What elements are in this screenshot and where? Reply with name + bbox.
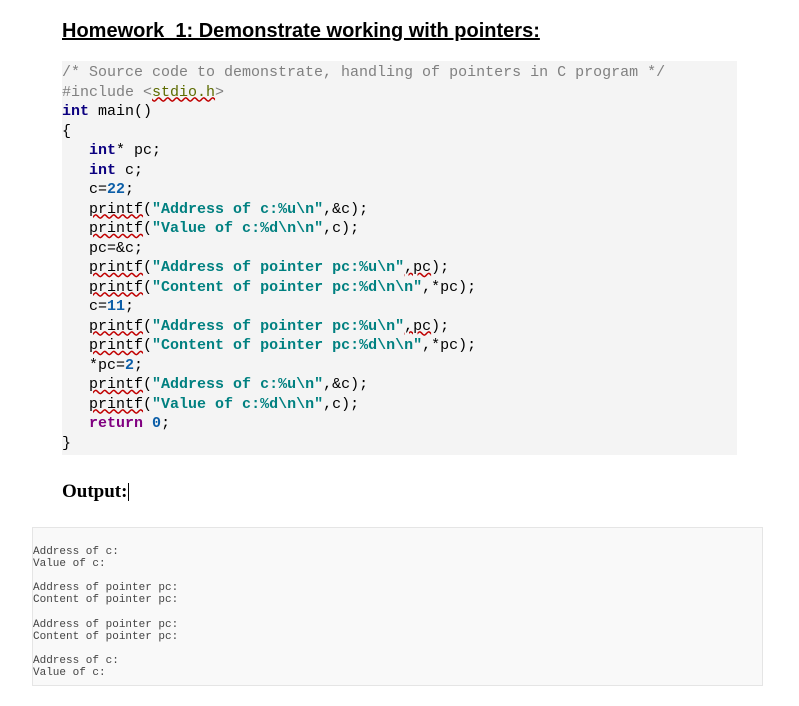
str-val-c: "Value of c:%d\n\n" xyxy=(152,220,323,237)
arg-pc: ,pc xyxy=(404,318,431,335)
str-addr-pc: "Address of pointer pc:%u\n" xyxy=(152,318,404,335)
str-addr-c: "Address of c:%u\n" xyxy=(152,201,323,218)
num-11: 11 xyxy=(107,298,125,315)
brace-open: { xyxy=(62,123,71,140)
out-cont-pc: Content of pointer pc: xyxy=(33,631,178,643)
str-addr-c: "Address of c:%u\n" xyxy=(152,376,323,393)
printf-call: printf xyxy=(89,220,143,237)
out-addr-c: Address of c: xyxy=(33,655,119,667)
source-code-block: /* Source code to demonstrate, handling … xyxy=(62,61,737,455)
keyword-return: return xyxy=(89,415,143,432)
out-addr-pc: Address of pointer pc: xyxy=(33,582,178,594)
str-addr-pc: "Address of pointer pc:%u\n" xyxy=(152,259,404,276)
arg-ampc: ,&c); xyxy=(323,376,368,393)
main-signature: main() xyxy=(89,103,152,120)
lparen: ( xyxy=(143,259,152,276)
printf-call: printf xyxy=(89,279,143,296)
arg-pc: ,pc xyxy=(404,259,431,276)
assign: c= xyxy=(89,298,107,315)
arg-c: ,c); xyxy=(323,396,359,413)
semi: ; xyxy=(161,415,170,432)
code-comment: /* Source code to demonstrate, handling … xyxy=(62,64,665,81)
num-22: 22 xyxy=(107,181,125,198)
lparen: ( xyxy=(143,201,152,218)
ptr-decl: * pc; xyxy=(116,142,161,159)
printf-call: printf xyxy=(89,201,143,218)
keyword-int: int xyxy=(89,162,116,179)
out-addr-pc: Address of pointer pc: xyxy=(33,619,178,631)
output-block: Address of c: Value of c: Address of poi… xyxy=(32,527,763,686)
include-keyword: #include xyxy=(62,84,143,101)
semi: ; xyxy=(125,181,134,198)
arg-c: ,c); xyxy=(323,220,359,237)
assign-pc: pc=&c; xyxy=(89,240,143,257)
lparen: ( xyxy=(143,318,152,335)
printf-call: printf xyxy=(89,376,143,393)
close: ); xyxy=(431,259,449,276)
str-cont-pc: "Content of pointer pc:%d\n\n" xyxy=(152,337,422,354)
arg-starpc: ,*pc); xyxy=(422,337,476,354)
lparen: ( xyxy=(143,376,152,393)
num-0: 0 xyxy=(152,415,161,432)
printf-call: printf xyxy=(89,318,143,335)
assign-starpc: *pc= xyxy=(89,357,125,374)
out-cont-pc: Content of pointer pc: xyxy=(33,594,178,606)
str-val-c: "Value of c:%d\n\n" xyxy=(152,396,323,413)
printf-call: printf xyxy=(89,337,143,354)
semi: ; xyxy=(134,357,143,374)
keyword-int: int xyxy=(62,103,89,120)
out-val-c: Value of c: xyxy=(33,558,106,570)
lparen: ( xyxy=(143,220,152,237)
page-title: Homework_1: Demonstrate working with poi… xyxy=(62,20,737,43)
out-addr-c: Address of c: xyxy=(33,546,119,558)
printf-call: printf xyxy=(89,259,143,276)
arg-ampc: ,&c); xyxy=(323,201,368,218)
include-close: > xyxy=(215,84,224,101)
include-open: < xyxy=(143,84,152,101)
assign: c= xyxy=(89,181,107,198)
arg-starpc: ,*pc); xyxy=(422,279,476,296)
keyword-int: int xyxy=(89,142,116,159)
document-page: Homework_1: Demonstrate working with poi… xyxy=(0,0,799,706)
semi: ; xyxy=(125,298,134,315)
brace-close: } xyxy=(62,435,71,452)
out-val-c: Value of c: xyxy=(33,667,106,679)
lparen: ( xyxy=(143,396,152,413)
c-decl: c; xyxy=(116,162,143,179)
lparen: ( xyxy=(143,279,152,296)
output-heading: Output: xyxy=(62,481,127,503)
printf-call: printf xyxy=(89,396,143,413)
str-cont-pc: "Content of pointer pc:%d\n\n" xyxy=(152,279,422,296)
include-header: stdio.h xyxy=(152,84,215,101)
num-2: 2 xyxy=(125,357,134,374)
lparen: ( xyxy=(143,337,152,354)
close: ); xyxy=(431,318,449,335)
